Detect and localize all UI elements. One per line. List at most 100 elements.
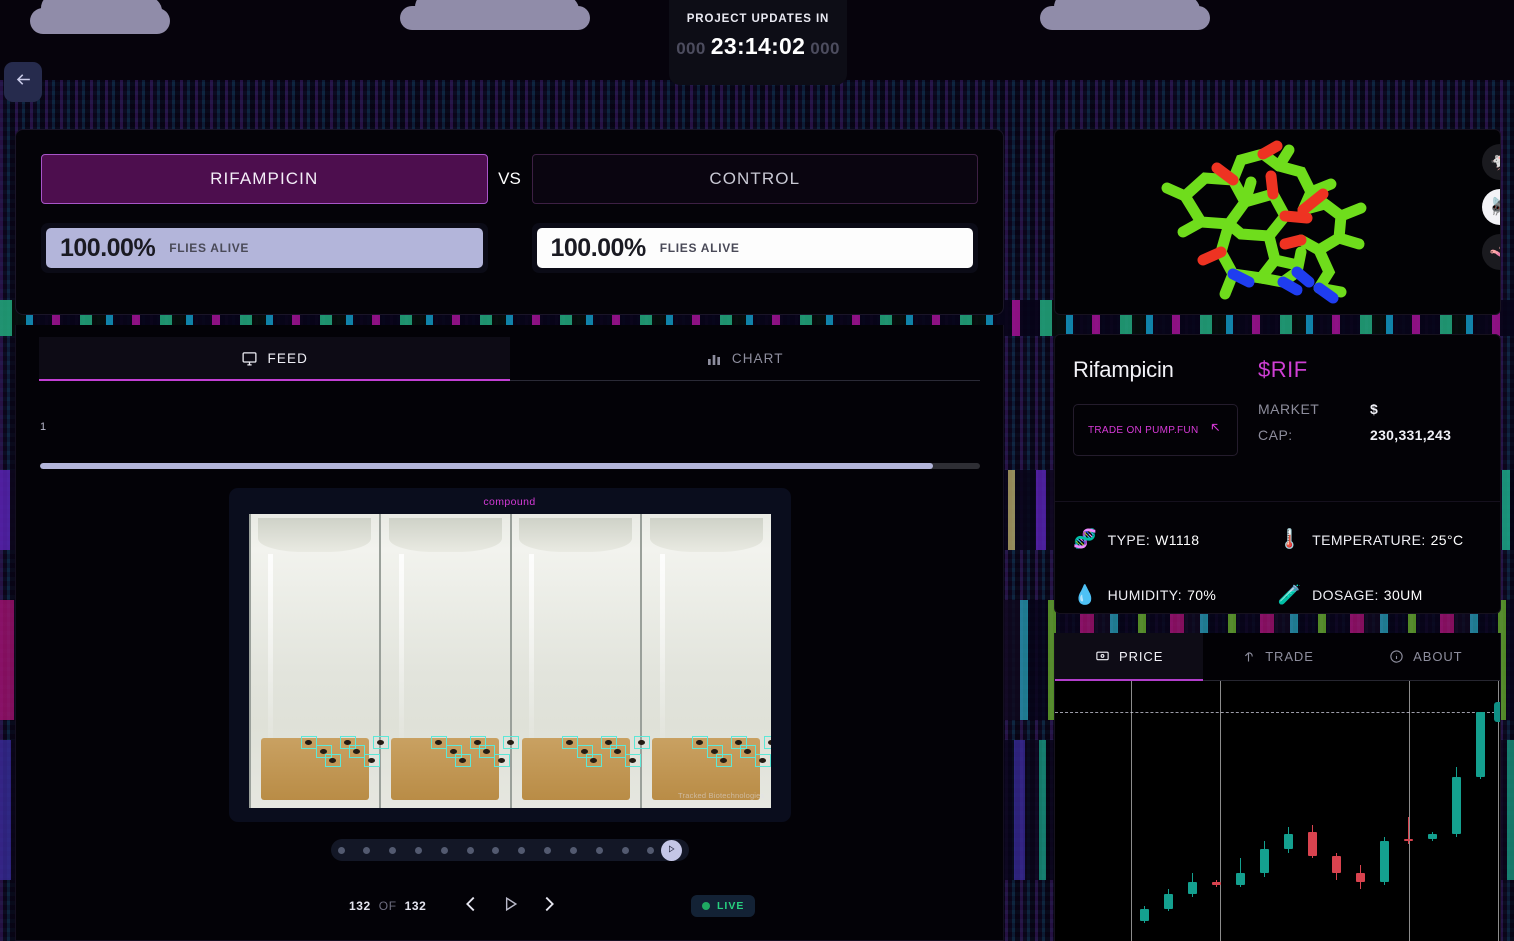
candlestick (1236, 681, 1245, 941)
scrubber-dot[interactable] (647, 846, 655, 854)
tab-compound-rifampicin[interactable]: RIFAMPICIN (41, 154, 488, 204)
tab-feed-label: FEED (267, 350, 308, 366)
price-chart-icon (1095, 649, 1110, 664)
compound-stat-label: FLIES ALIVE (169, 241, 250, 255)
candlestick (1164, 681, 1173, 941)
fly (589, 758, 597, 763)
monitor-icon (241, 350, 258, 367)
scrubber-dot[interactable] (363, 846, 371, 854)
arrow-left-icon (14, 70, 33, 94)
scrubber-dot[interactable] (621, 846, 629, 854)
compound-stat-value: 100.00% (60, 233, 156, 262)
fly (768, 740, 771, 745)
scrubber-dot[interactable] (337, 846, 345, 854)
control-stat-bar: 100.00% FLIES ALIVE (536, 228, 973, 268)
param-type: 🧬 TYPE: W1118 (1073, 522, 1278, 558)
trade-arrow-icon (1241, 649, 1256, 664)
candle-body (1236, 872, 1245, 885)
frame-of: OF (378, 899, 397, 913)
scrubber-dot[interactable] (518, 846, 526, 854)
candlestick (1140, 681, 1149, 941)
candlestick (1212, 681, 1221, 941)
scrubber-dot[interactable] (544, 846, 552, 854)
market-cap-key-line2: CAP: (1258, 427, 1293, 443)
trade-on-pumpfun-label: TRADE ON PUMP.FUN (1088, 424, 1199, 436)
param-dosage: 🧪 DOSAGE: 30UM (1278, 578, 1483, 614)
scrubber-dot[interactable] (389, 846, 397, 854)
tab-trade[interactable]: TRADE (1203, 633, 1352, 681)
candlestick (1188, 681, 1197, 941)
candle-body (1212, 882, 1221, 885)
video-caption: compound (483, 496, 536, 508)
play-button[interactable] (500, 894, 520, 919)
organism-mouse-button[interactable]: 🐁 (1482, 144, 1500, 180)
param-type-value: W1118 (1155, 531, 1200, 548)
tab-feed[interactable]: FEED (39, 337, 510, 381)
scrubber-dot[interactable] (440, 846, 448, 854)
price-chart-panel: PRICE TRADE ABOUT (1054, 633, 1501, 941)
candle-body (1332, 855, 1341, 873)
vial (379, 514, 510, 808)
progress-number: 1 (40, 421, 47, 433)
scrubber-dot[interactable] (414, 846, 422, 854)
candle-body (1476, 711, 1485, 777)
candlestick (1476, 681, 1485, 941)
fly (376, 740, 384, 745)
control-stat-container: 100.00% FLIES ALIVE (531, 223, 978, 273)
timeline-scrubber[interactable] (330, 839, 689, 861)
thermometer-icon: 🌡️ (1277, 529, 1302, 551)
experiment-progress: 1 (39, 421, 980, 469)
token-ticker: $RIF (1258, 357, 1308, 382)
compound-stat-container: 100.00% FLIES ALIVE (41, 223, 488, 273)
vs-label: VS (498, 169, 521, 188)
tab-chart[interactable]: CHART (509, 337, 980, 381)
tab-about[interactable]: ABOUT (1351, 633, 1500, 681)
scrubber-play-button[interactable] (660, 839, 682, 861)
trade-on-pumpfun-button[interactable]: TRADE ON PUMP.FUN (1073, 404, 1238, 456)
tab-price[interactable]: PRICE (1055, 633, 1204, 681)
market-cap-key-line1: MARKET (1258, 401, 1320, 417)
param-temperature: 🌡️ TEMPERATURE: 25°C (1278, 522, 1483, 558)
chevron-left-icon (460, 893, 482, 920)
organism-fly-button[interactable]: 🪰 (1482, 189, 1500, 225)
molecule-viewer[interactable]: 🐁 🪰 🪱 (1054, 129, 1501, 315)
countdown-ms-right: 000 (810, 39, 840, 58)
tab-chart-label: CHART (731, 351, 784, 366)
candle-body (1380, 841, 1389, 883)
live-badge[interactable]: LIVE (691, 895, 756, 917)
market-cap-value: 230,331,243 (1370, 427, 1452, 443)
current-price-badge: 0.00 (1494, 701, 1500, 722)
param-humidity: 💧 HUMIDITY: 70% (1073, 578, 1278, 614)
param-temperature-key: TEMPERATURE: (1312, 531, 1426, 548)
tab-about-label: ABOUT (1413, 649, 1463, 664)
candlestick-chart[interactable]: 0.00 (1055, 681, 1500, 941)
next-button[interactable] (538, 893, 560, 920)
fly-vial-video[interactable]: Tracked Biotechnologies (248, 514, 771, 808)
compound-stat-bar: 100.00% FLIES ALIVE (46, 228, 483, 268)
comparison-tabs: RIFAMPICIN VS CONTROL (41, 154, 978, 204)
fly (352, 749, 360, 754)
feed-panel: FEED CHART 1 compound Tracked Biotechnol… (15, 325, 1004, 941)
comparison-panel: RIFAMPICIN VS CONTROL 100.00% FLIES ALIV… (15, 129, 1004, 315)
transport-buttons (460, 893, 560, 920)
mouse-icon: 🐁 (1489, 152, 1500, 172)
previous-button[interactable] (460, 893, 482, 920)
tab-trade-label: TRADE (1265, 649, 1314, 664)
scrubber-dot[interactable] (595, 846, 603, 854)
live-label: LIVE (717, 900, 745, 912)
candle-body (1452, 776, 1461, 835)
tab-control[interactable]: CONTROL (531, 154, 978, 204)
candle-body (1164, 894, 1173, 909)
param-temperature-value: 25°C (1430, 531, 1464, 548)
scrubber-dot[interactable] (569, 846, 577, 854)
param-dosage-key: DOSAGE: (1312, 587, 1379, 604)
fly (613, 749, 621, 754)
fly-icon: 🪰 (1489, 197, 1500, 217)
progress-track[interactable] (40, 463, 980, 469)
scrubber-dot[interactable] (466, 846, 474, 854)
back-button[interactable] (4, 62, 42, 102)
candle-body (1428, 834, 1437, 839)
scrubber-dot[interactable] (492, 846, 500, 854)
token-info-panel: Rifampicin TRADE ON PUMP.FUN $RIF MARKET… (1054, 334, 1501, 614)
organism-worm-button[interactable]: 🪱 (1482, 234, 1500, 270)
